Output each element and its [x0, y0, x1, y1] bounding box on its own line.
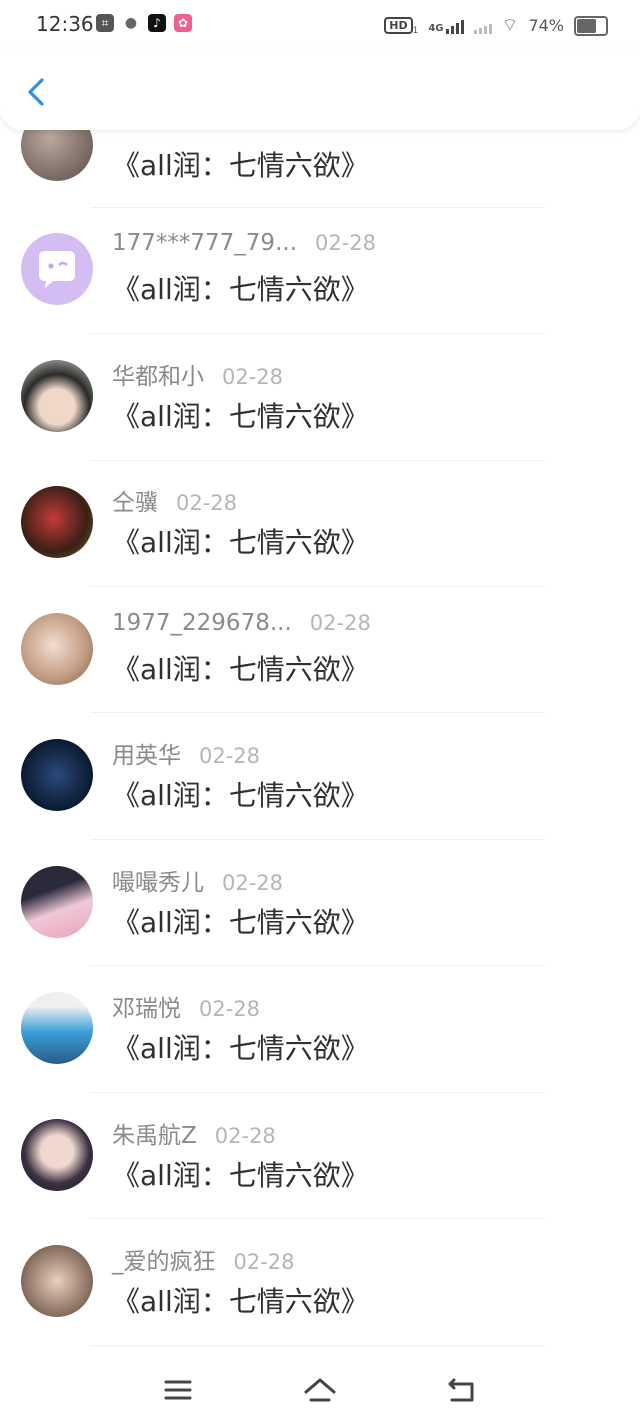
comment-date: 02-28 — [176, 491, 238, 515]
avatar[interactable] — [21, 613, 93, 685]
comment-date: 02-28 — [222, 871, 284, 895]
comment-title[interactable]: 《all润：七情六欲》 — [112, 521, 369, 561]
comment-title[interactable]: 《all润：七情六欲》 — [112, 1154, 369, 1194]
avatar[interactable] — [21, 739, 93, 811]
avatar[interactable] — [21, 1245, 93, 1317]
wifi-icon: ⌔ — [501, 15, 519, 36]
divider — [90, 207, 545, 208]
comment-title[interactable]: 《all润：七情六欲》 — [112, 901, 369, 941]
comment-date: 02-28 — [222, 365, 284, 389]
tiktok-icon: ♪ — [148, 14, 166, 32]
app-notification-icon: ✿ — [174, 14, 192, 32]
comment-title[interactable]: 《all润：七情六欲》 — [112, 395, 369, 435]
divider — [90, 1218, 545, 1219]
avatar[interactable] — [21, 866, 93, 938]
user-name[interactable]: 邓瑞悦 — [112, 989, 181, 1023]
avatar[interactable] — [21, 486, 93, 558]
list-item[interactable]: 邓瑞悦 02-28 《all润：七情六欲》 — [0, 989, 640, 1115]
list-item[interactable]: 华都和小 02-28 《all润：七情六欲》 — [0, 357, 640, 483]
home-icon[interactable] — [302, 1372, 338, 1408]
list-item[interactable]: 177***777_79... 02-28 《all润：七情六欲》 — [0, 230, 640, 356]
status-bar: 12:36 ⌗ ● ♪ ✿ HD 1 4G ⌔ 74% — [0, 0, 640, 50]
status-time: 12:36 — [36, 12, 94, 36]
divider — [90, 586, 545, 587]
comment-date: 02-28 — [233, 1250, 295, 1274]
list-item[interactable]: 仝骥 02-28 《all润：七情六欲》 — [0, 483, 640, 609]
scan-app-icon: ⌗ — [96, 14, 114, 32]
chat-bubble-icon — [39, 251, 75, 288]
comment-title[interactable]: 《all润：七情六欲》 — [112, 648, 369, 688]
comment-date: 02-28 — [214, 1124, 276, 1148]
comment-title[interactable]: 《all润：七情六欲》 — [112, 1280, 369, 1320]
user-name[interactable]: 朱禹航Z — [112, 1116, 197, 1150]
list-item[interactable]: 1977_229678... 02-28 《all润：七情六欲》 — [0, 610, 640, 736]
avatar[interactable] — [21, 233, 93, 305]
comment-title[interactable]: 《all润：七情六欲》 — [112, 144, 369, 184]
divider — [90, 839, 545, 840]
system-nav-bar — [0, 1350, 640, 1428]
divider — [90, 965, 545, 966]
list-item[interactable]: 用英华 02-28 《all润：七情六欲》 — [0, 736, 640, 862]
divider — [90, 333, 545, 334]
list-item[interactable]: 嘬嘬秀儿 02-28 《all润：七情六欲》 — [0, 863, 640, 989]
comment-date: 02-28 — [199, 744, 261, 768]
user-name[interactable]: _爱的疯狂 — [112, 1242, 216, 1276]
user-name[interactable]: 嘬嘬秀儿 — [112, 863, 204, 897]
battery-text: 74% — [528, 16, 564, 35]
user-name[interactable]: 用英华 — [112, 736, 181, 770]
signal-2-icon — [473, 18, 492, 34]
menu-icon[interactable] — [160, 1372, 196, 1408]
divider — [90, 460, 545, 461]
chevron-left-icon[interactable] — [18, 72, 54, 112]
wechat-icon: ● — [122, 14, 140, 32]
divider — [90, 1345, 545, 1346]
comment-title[interactable]: 《all润：七情六欲》 — [112, 268, 369, 308]
user-name[interactable]: 1977_229678... — [112, 610, 292, 636]
avatar[interactable] — [21, 360, 93, 432]
comment-date: 02-28 — [315, 231, 377, 255]
comment-title[interactable]: 《all润：七情六欲》 — [112, 774, 369, 814]
notification-icons: ⌗ ● ♪ ✿ — [96, 14, 192, 32]
back-icon[interactable] — [444, 1372, 480, 1408]
battery-icon — [574, 15, 608, 36]
comment-title[interactable]: 《all润：七情六欲》 — [112, 1027, 369, 1067]
user-name[interactable]: 仝骥 — [112, 483, 158, 517]
user-name[interactable]: 177***777_79... — [112, 230, 297, 256]
signal-icon: 4G — [428, 18, 464, 34]
list-item[interactable]: 朱禹航Z 02-28 《all润：七情六欲》 — [0, 1116, 640, 1242]
avatar[interactable] — [21, 992, 93, 1064]
divider — [90, 712, 545, 713]
header — [0, 50, 640, 130]
comment-date: 02-28 — [309, 611, 371, 635]
avatar[interactable] — [21, 1119, 93, 1191]
divider — [90, 1092, 545, 1093]
user-name[interactable]: 华都和小 — [112, 357, 204, 391]
hd-badge: HD 1 — [384, 14, 418, 37]
comment-date: 02-28 — [199, 997, 261, 1021]
